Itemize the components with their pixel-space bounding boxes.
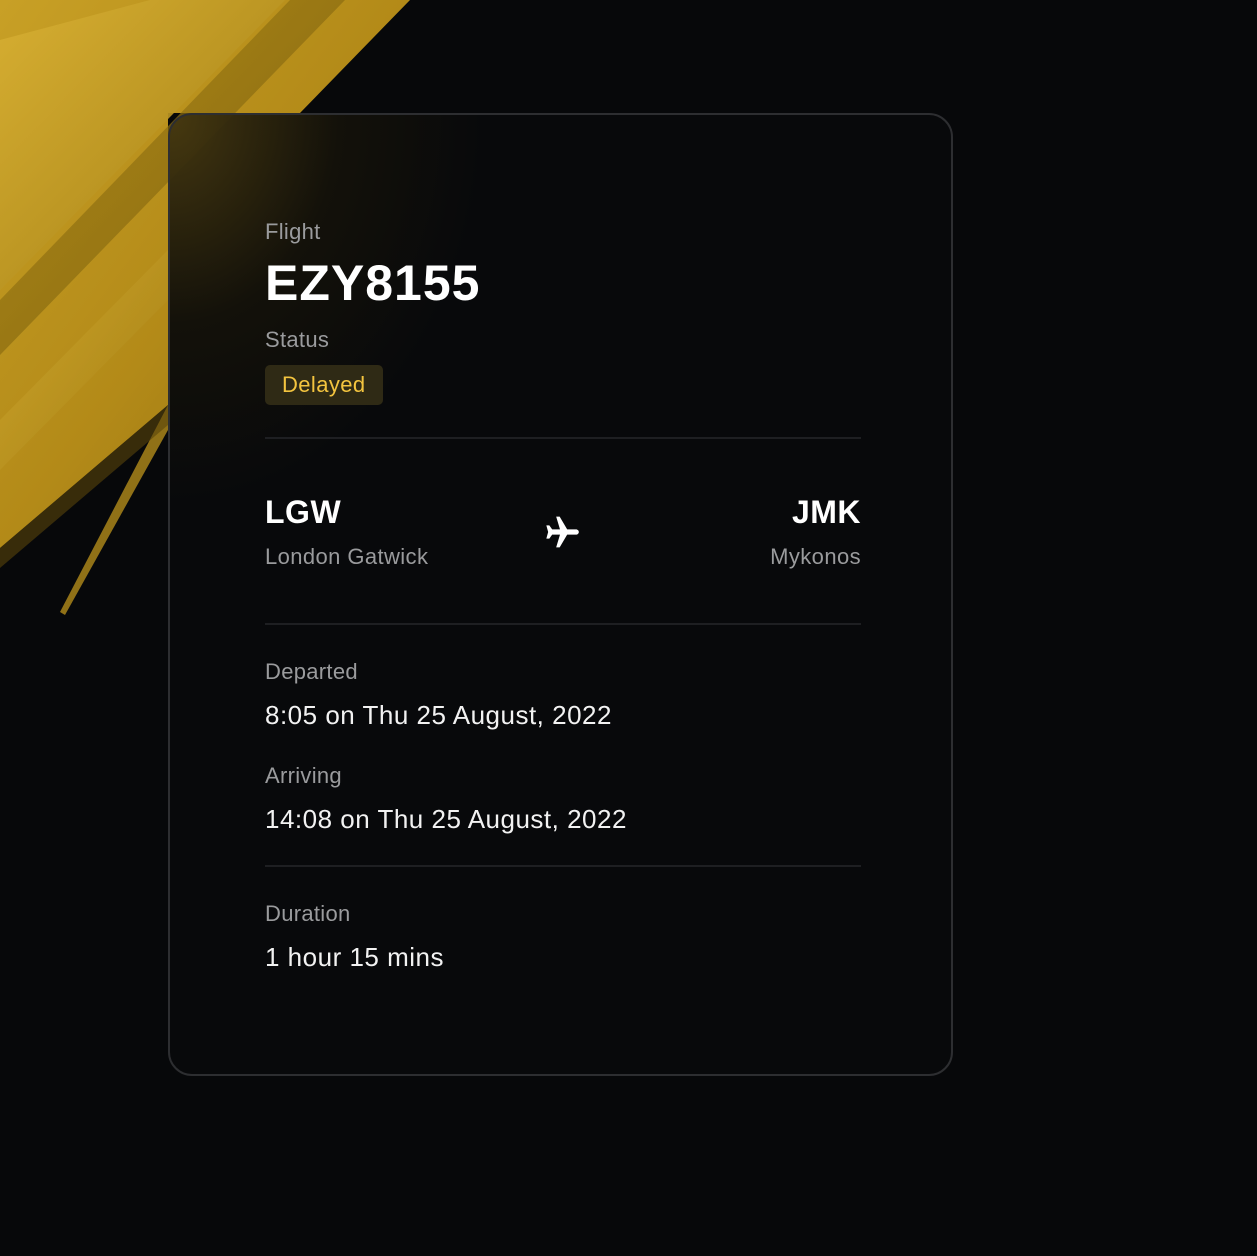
flight-number: EZY8155 bbox=[265, 255, 481, 311]
status-badge: Delayed bbox=[265, 365, 383, 405]
duration-value: 1 hour 15 mins bbox=[265, 942, 444, 972]
origin-name: London Gatwick bbox=[265, 544, 429, 569]
arriving-value: 14:08 on Thu 25 August, 2022 bbox=[265, 804, 627, 834]
airplane-icon bbox=[546, 516, 579, 548]
duration-label: Duration bbox=[265, 901, 351, 926]
flight-label: Flight bbox=[265, 219, 321, 244]
status-label: Status bbox=[265, 327, 330, 352]
destination-name: Mykonos bbox=[770, 544, 861, 569]
departed-value: 8:05 on Thu 25 August, 2022 bbox=[265, 700, 612, 730]
divider-bottom bbox=[265, 865, 861, 867]
page-background: Flight EZY8155 Status Delayed LGW London… bbox=[0, 0, 1257, 1256]
arriving-label: Arriving bbox=[265, 763, 342, 788]
divider-middle bbox=[265, 623, 861, 625]
origin-code: LGW bbox=[265, 494, 342, 530]
departed-label: Departed bbox=[265, 659, 358, 684]
destination-code: JMK bbox=[791, 494, 861, 530]
flight-card: Flight EZY8155 Status Delayed LGW London… bbox=[168, 113, 953, 1076]
divider-top bbox=[265, 437, 861, 439]
